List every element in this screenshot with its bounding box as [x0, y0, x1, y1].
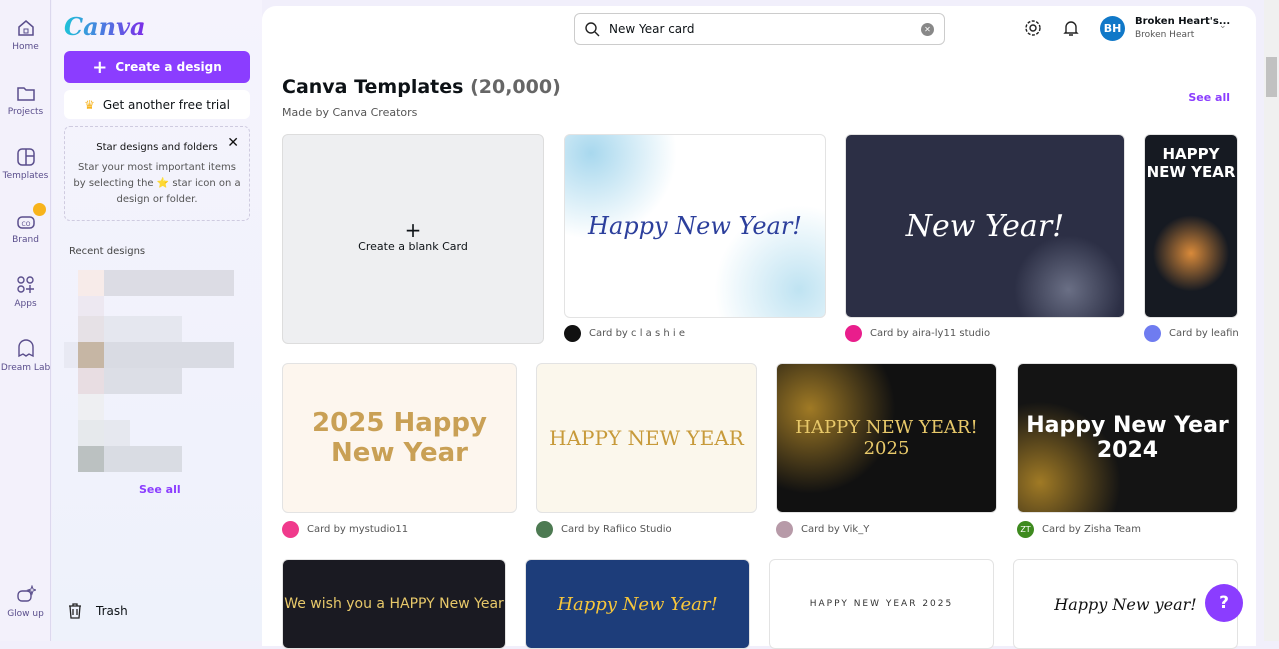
author-avatar: ZT: [1017, 521, 1034, 538]
crown-badge-icon: [33, 203, 46, 216]
scrollbar-thumb[interactable]: [1266, 57, 1277, 97]
trash-button[interactable]: Trash: [68, 603, 128, 619]
rail-projects[interactable]: Projects: [0, 83, 51, 117]
author-avatar: [536, 521, 553, 538]
account-team: Broken Heart: [1135, 30, 1195, 40]
nav-rail: Home Projects Templates CO Brand Apps Dre…: [0, 0, 51, 641]
help-button[interactable]: ?: [1205, 584, 1243, 622]
card-author[interactable]: Card by mystudio11: [282, 521, 408, 538]
author-avatar: [1144, 325, 1161, 342]
template-card[interactable]: We wish you a HAPPY New Year: [282, 559, 506, 649]
avatar[interactable]: BH: [1100, 16, 1125, 41]
main-panel: New Year card ✕ BH Broken Heart's... Brok…: [262, 6, 1256, 649]
create-design-button[interactable]: + Create a design: [64, 51, 250, 83]
plus-icon: +: [404, 218, 422, 242]
search-icon: [585, 21, 600, 36]
card-author[interactable]: Card by leafin: [1144, 325, 1239, 342]
rail-brand[interactable]: CO Brand: [0, 203, 51, 245]
apps-icon: [16, 276, 34, 293]
trash-icon: [69, 603, 81, 619]
template-card[interactable]: HAPPY NEW YEAR! 2025: [776, 363, 997, 513]
recent-see-all-link[interactable]: See all: [139, 483, 181, 496]
template-card[interactable]: HAPPY NEW YEAR: [1144, 134, 1238, 318]
notifications-bell-icon[interactable]: [1062, 19, 1080, 37]
recent-designs-heading: Recent designs: [69, 246, 146, 257]
template-card[interactable]: Happy New Year!: [564, 134, 826, 318]
star-tip-card: ✕ Star designs and folders Star your most …: [64, 126, 250, 221]
brand-icon: CO: [16, 216, 35, 229]
canva-logo[interactable]: Canva: [64, 12, 146, 41]
plus-icon: +: [92, 56, 108, 78]
template-card[interactable]: New Year!: [845, 134, 1125, 318]
free-trial-button[interactable]: ♛ Get another free trial: [64, 90, 250, 119]
card-author[interactable]: ZT Card by Zisha Team: [1017, 521, 1141, 538]
page-subtitle: Made by Canva Creators: [282, 106, 418, 119]
author-avatar: [564, 325, 581, 342]
dream-lab-icon: [17, 339, 34, 358]
chevron-down-icon[interactable]: ⌄: [1219, 21, 1227, 31]
home-icon: [17, 20, 34, 36]
glow-up-icon: [16, 585, 36, 602]
scrollbar[interactable]: [1264, 0, 1279, 641]
close-icon[interactable]: ✕: [227, 135, 239, 151]
card-author[interactable]: Card by c l a s h i e: [564, 325, 685, 342]
author-avatar: [776, 521, 793, 538]
crown-icon: ♛: [84, 97, 95, 112]
folder-icon: [16, 87, 35, 101]
clear-search-icon[interactable]: ✕: [921, 22, 934, 36]
author-avatar: [282, 521, 299, 538]
search-input[interactable]: New Year card ✕: [574, 13, 945, 45]
settings-gear-icon[interactable]: [1024, 19, 1042, 37]
rail-apps[interactable]: Apps: [0, 275, 51, 309]
author-avatar: [845, 325, 862, 342]
template-card[interactable]: HAPPY NEW YEAR 2025: [769, 559, 994, 649]
account-name[interactable]: Broken Heart's...: [1135, 16, 1230, 27]
card-author[interactable]: Card by aira-ly11 studio: [845, 325, 990, 342]
page-title: Canva Templates (20,000): [282, 76, 561, 98]
rail-home[interactable]: Home: [0, 18, 51, 52]
svg-text:CO: CO: [21, 221, 30, 228]
template-card[interactable]: HAPPY NEW YEAR: [536, 363, 757, 513]
templates-see-all-link[interactable]: See all: [1188, 91, 1230, 104]
template-card[interactable]: Happy New Year!: [525, 559, 750, 649]
card-author[interactable]: Card by Rafiico Studio: [536, 521, 672, 538]
templates-icon: [16, 148, 35, 166]
template-card[interactable]: 2025 Happy New Year: [282, 363, 517, 513]
template-card[interactable]: Happy New Year 2024: [1017, 363, 1238, 513]
rail-glow-up[interactable]: Glow up: [0, 585, 51, 619]
rail-dream-lab[interactable]: Dream Lab: [0, 339, 51, 373]
rail-templates[interactable]: Templates: [0, 147, 51, 181]
sidebar: Canva + Create a design ♛ Get another free…: [52, 0, 262, 641]
card-author[interactable]: Card by Vik_Y: [776, 521, 869, 538]
create-blank-card-button[interactable]: + Create a blank Card: [282, 134, 544, 344]
